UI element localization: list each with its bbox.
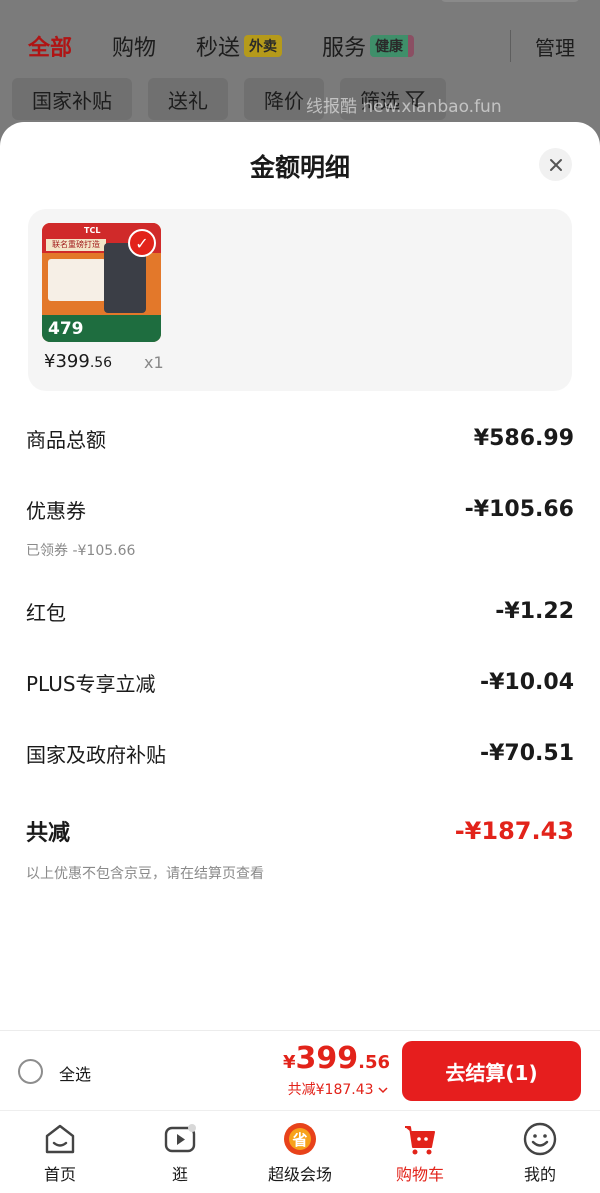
thumb-banner: 联名重磅打造 — [46, 239, 106, 251]
chevron-down-icon — [378, 1087, 388, 1094]
row-goods-total: 商品总额 ¥586.99 — [26, 426, 574, 452]
select-all-label[interactable]: 全选 — [59, 1061, 91, 1085]
product-quantity: x1 — [144, 353, 164, 372]
background-category-tabs: 全部 购物 秒送 外卖 服务 健康 — [28, 28, 600, 64]
svg-text:省: 省 — [291, 1131, 307, 1149]
row-total-reduction: 共减 -¥187.43 — [26, 817, 574, 846]
bottom-tab-bar: 首页 逛 省 超级会场 购物车 我的 — [0, 1110, 600, 1193]
background-page: 全部 购物 秒送 外卖 服务 健康 管理 国家补贴 送礼 降价 筛选 — [0, 0, 600, 140]
product-thumbnail[interactable]: TCL 联名重磅打造 479 ✓ — [42, 223, 161, 342]
video-play-icon — [164, 1124, 196, 1153]
product-card: TCL 联名重磅打造 479 ✓ ¥399.56 x1 — [28, 209, 572, 391]
takeout-badge: 外卖 — [244, 35, 283, 57]
close-button[interactable] — [539, 148, 572, 181]
filter-chip-gift: 送礼 — [148, 78, 228, 120]
close-icon — [549, 158, 562, 171]
tab-shopping: 购物 — [112, 36, 157, 61]
background-search-pill — [440, 0, 580, 2]
thumb-brand: TCL — [84, 226, 101, 235]
health-badge: 健康 — [370, 35, 415, 57]
sheet-title: 金额明细 — [249, 153, 350, 182]
background-divider — [510, 30, 511, 62]
tab-all: 全部 — [28, 36, 73, 61]
super-venue-icon: 省 — [284, 1123, 316, 1155]
product-price: ¥399.56 — [44, 351, 113, 372]
watermark: 线报酷 new.xianbao.fun — [306, 97, 502, 117]
checkout-button[interactable]: 去结算(1) — [402, 1041, 581, 1101]
row-coupon: 优惠券 -¥105.66 — [26, 497, 574, 523]
thumb-price: 479 — [48, 319, 84, 339]
filter-chip-national-subsidy: 国家补贴 — [12, 78, 132, 120]
row-red-packet: 红包 -¥1.22 — [26, 599, 574, 625]
checkout-bar: 全选 ¥399.56 共减¥187.43 去结算(1) — [0, 1030, 600, 1110]
tab-services: 服务 健康 — [322, 30, 415, 62]
select-all-radio[interactable] — [18, 1059, 43, 1084]
profile-face-icon — [523, 1122, 557, 1156]
tab-profile[interactable]: 我的 — [480, 1111, 600, 1193]
row-plus-discount: PLUS专享立减 -¥10.04 — [26, 670, 574, 696]
tab-super-venue[interactable]: 省 超级会场 — [240, 1111, 360, 1193]
home-icon — [45, 1124, 75, 1154]
checkout-price: ¥399.56 — [282, 1041, 390, 1076]
manage-link: 管理 — [535, 36, 575, 60]
cart-icon — [405, 1126, 435, 1155]
amount-detail-sheet: 金额明细 TCL 联名重磅打造 479 ✓ ¥399.56 x1 商品总额 ¥5… — [0, 122, 600, 1030]
tab-instant-delivery: 秒送 外卖 — [196, 30, 283, 62]
discount-detail-toggle[interactable]: 共减¥187.43 — [288, 1079, 388, 1099]
beans-note: 以上优惠不包含京豆，请在结算页查看 — [26, 866, 264, 882]
checkmark-icon[interactable]: ✓ — [128, 229, 156, 257]
row-government-subsidy: 国家及政府补贴 -¥70.51 — [26, 741, 574, 767]
coupon-claimed-note: 已领券 -¥105.66 — [26, 543, 136, 559]
tab-home[interactable]: 首页 — [0, 1111, 120, 1193]
tab-cart[interactable]: 购物车 — [360, 1111, 480, 1193]
tab-browse[interactable]: 逛 — [120, 1111, 240, 1193]
